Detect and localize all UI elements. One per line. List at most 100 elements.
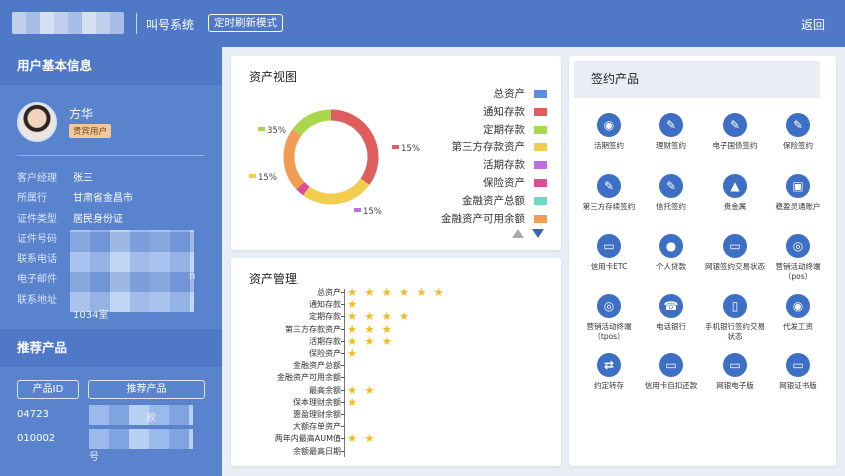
monitor-icon: ▭: [723, 353, 747, 377]
legend-label: 金融资产可用余额: [441, 212, 525, 225]
signed-product-item[interactable]: ▭ 网银签约交易状态: [704, 234, 766, 272]
slice-label-marker: [354, 208, 361, 212]
rating-label: 金融资产可用余额: [277, 373, 341, 383]
signed-product-item[interactable]: ✎ 保险签约: [767, 113, 829, 151]
back-button[interactable]: 返回: [801, 16, 825, 33]
signed-product-item[interactable]: ◎ 营销活动终端（tpos）: [578, 294, 640, 342]
rating-row: 总资产 ★★★★★★: [245, 285, 555, 299]
signed-product-item[interactable]: ▭ 信用卡自扣还款: [640, 353, 702, 391]
rating-row: 活期存款 ★★★: [245, 334, 555, 348]
signed-product-item[interactable]: ▯ 手机银行签约交易状态: [704, 294, 766, 342]
legend-prev-icon[interactable]: [512, 229, 524, 238]
signed-product-item[interactable]: ✎ 信托签约: [640, 174, 702, 212]
signed-product-label: 网银电子版: [716, 381, 754, 390]
asset-mgmt-title: 资产管理: [249, 272, 298, 286]
rating-label: 最高余额: [309, 385, 341, 395]
signed-product-item[interactable]: ✎ 电子国债签约: [704, 113, 766, 151]
slice-label-marker: [392, 145, 399, 149]
legend-item[interactable]: 定期存款: [441, 122, 547, 140]
legend-next-icon[interactable]: [532, 229, 544, 238]
product-name-tail: 款: [146, 413, 156, 424]
signed-product-label: 代发工资: [783, 322, 813, 331]
signed-product-label: 电话银行: [656, 322, 686, 331]
legend-label: 金融资产总额: [462, 194, 525, 207]
info-label: 所属行: [17, 193, 47, 205]
rating-label: 通知存款: [309, 300, 341, 310]
signed-product-item[interactable]: ☎ 电话银行: [640, 294, 702, 332]
legend-item[interactable]: 金融资产可用余额: [441, 211, 547, 229]
piggy-icon: ◉: [597, 113, 621, 137]
target-icon: ◎: [597, 294, 621, 318]
donut-slice[interactable]: [283, 129, 305, 190]
phone-icon: ☎: [659, 294, 683, 318]
rating-row: 两年内最高AUM值 ★★: [245, 431, 555, 445]
legend-item[interactable]: 金融资产总额: [441, 193, 547, 211]
product-id-header[interactable]: 产品ID: [17, 380, 79, 399]
salary-icon: ◉: [786, 294, 810, 318]
signed-product-item[interactable]: ✎ 理财签约: [640, 113, 702, 151]
legend-swatch: [534, 90, 547, 98]
info-label: 联系电话: [17, 254, 57, 266]
donut-slice[interactable]: [303, 178, 370, 205]
address-tail: 1034室: [73, 310, 109, 321]
refresh-mode-button[interactable]: 定时刷新模式: [208, 14, 283, 32]
slice-label: 15%: [401, 144, 420, 154]
rating-row: 惠盈理财余额: [245, 409, 555, 421]
legend-item[interactable]: 第三方存款资产: [441, 139, 547, 157]
signed-product-item[interactable]: ◉ 代发工资: [767, 294, 829, 332]
signed-product-item[interactable]: ⇄ 约定转存: [578, 353, 640, 391]
signed-product-item[interactable]: ▣ 稳盈灵通账户: [767, 174, 829, 212]
axis-tick: [341, 377, 345, 379]
signed-product-label: 营销活动终端（pos）: [775, 262, 821, 281]
legend-swatch: [534, 107, 547, 116]
system-title: 叫号系统: [146, 18, 195, 32]
signed-product-label: 网银证书版: [779, 381, 817, 390]
signed-product-label: 信用卡ETC: [590, 262, 628, 271]
signed-product-label: 营销活动终端（tpos）: [586, 322, 632, 341]
axis-tick: [341, 316, 345, 318]
legend-item[interactable]: 保险资产: [441, 175, 547, 193]
asset-view-card: 资产视图 35% 15% 15% 15% 总资产 通知存款 定期存款 第三方存款资产 活期存款…: [231, 56, 561, 250]
rating-label: 活期存款: [309, 336, 341, 346]
recommend-product-header[interactable]: 推荐产品: [88, 380, 205, 399]
privacy-mask-overlay: [70, 230, 194, 312]
bank-logo: [12, 12, 124, 34]
rating-row: 金融资产可用余额: [245, 372, 555, 384]
signed-product-label: 信用卡自扣还款: [644, 381, 698, 390]
wallet-icon: ▣: [786, 174, 810, 198]
info-row: 所属行 甘肃省金昌市: [17, 189, 212, 209]
rating-row: 定期存款 ★★★★: [245, 309, 555, 323]
signed-product-item[interactable]: ▲ 贵金属: [704, 174, 766, 212]
asset-donut-chart: 35% 15% 15% 15%: [249, 109, 420, 217]
legend-swatch: [534, 214, 547, 223]
credit-card-icon: ▭: [597, 234, 621, 258]
signed-product-item[interactable]: ▭ 信用卡ETC: [578, 234, 640, 272]
signed-product-label: 手机银行签约交易状态: [705, 322, 765, 341]
signed-product-item[interactable]: ▭ 网银证书版: [767, 353, 829, 391]
legend-item[interactable]: 活期存款: [441, 157, 547, 175]
rating-label: 保险资产: [309, 349, 341, 358]
legend-label: 第三方存款资产: [451, 141, 526, 154]
donut-slice[interactable]: [330, 109, 379, 185]
donut-slice[interactable]: [292, 109, 332, 136]
profile-divider: [17, 155, 205, 156]
signed-product-item[interactable]: ◎ 营销活动终端（pos）: [767, 234, 829, 282]
axis-tick: [341, 328, 345, 330]
top-bar: 叫号系统 定时刷新模式 返回: [0, 0, 845, 47]
bond-icon: ✎: [723, 113, 747, 137]
target-icon: ◎: [786, 234, 810, 258]
signed-products-card: 签约产品 ◉ 活期签约 ✎ 理财签约 ✎ 电子国债签约 ✎ 保险签约 ✎ 第三方存续签约 ✎ 信托签约…: [569, 56, 836, 466]
signed-product-item[interactable]: ✎ 第三方存续签约: [578, 174, 640, 212]
customer-panel: 用户基本信息 方华 贵宾用户 客户经理 张三 所属行 甘肃省金昌市 证件类型 居民身份…: [0, 47, 222, 476]
signed-product-item[interactable]: ▭ 网银电子版: [704, 353, 766, 391]
avatar: [17, 102, 57, 142]
legend-item[interactable]: 总资产: [441, 86, 547, 104]
signed-product-item[interactable]: ● 个人贷款: [640, 234, 702, 272]
legend-swatch: [534, 143, 547, 152]
monitor-icon: ▭: [723, 234, 747, 258]
legend-item[interactable]: 通知存款: [441, 104, 547, 122]
trust-icon: ✎: [659, 174, 683, 198]
signed-product-item[interactable]: ◉ 活期签约: [578, 113, 640, 151]
certificate-icon: ▭: [786, 353, 810, 377]
donut-slice[interactable]: [296, 181, 310, 196]
